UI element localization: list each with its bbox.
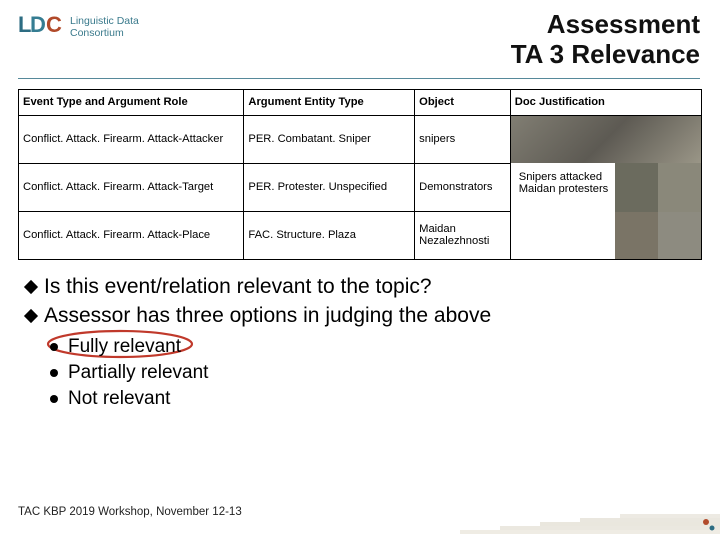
thumbnail-image [511, 116, 701, 163]
bullet-item: Assessor has three options in judging th… [26, 303, 700, 329]
cell-object: Maidan Nezalezhnosti [415, 211, 511, 259]
cell-entity: PER. Combatant. Sniper [244, 115, 415, 163]
bullet-item: Is this event/relation relevant to the t… [26, 274, 700, 300]
sub-bullet-text: Fully relevant [68, 336, 181, 358]
slide-title: Assessment TA 3 Relevance [511, 10, 700, 70]
sub-bullet-text: Partially relevant [68, 362, 208, 384]
svg-text:C: C [46, 12, 62, 37]
th-event-type: Event Type and Argument Role [19, 89, 244, 115]
diamond-bullet-icon [24, 309, 38, 323]
sub-bullet-item: Fully relevant [50, 336, 720, 358]
ldc-logo: L D C Linguistic Data Consortium [18, 10, 139, 45]
cell-event: Conflict. Attack. Firearm. Attack-Attack… [19, 115, 244, 163]
sub-bullet-text: Not relevant [68, 388, 170, 410]
th-entity-type: Argument Entity Type [244, 89, 415, 115]
bullet-text: Is this event/relation relevant to the t… [44, 274, 432, 300]
sub-bullet-list: Fully relevant Partially relevant Not re… [0, 332, 720, 410]
cell-entity: PER. Protester. Unspecified [244, 163, 415, 211]
cell-event: Conflict. Attack. Firearm. Attack-Place [19, 211, 244, 259]
thumbnail-image [615, 212, 658, 259]
diamond-bullet-icon [24, 280, 38, 294]
disc-bullet-icon [50, 369, 58, 377]
thumbnail-image [615, 163, 658, 212]
thumbnail-image [658, 163, 701, 212]
footer-text: TAC KBP 2019 Workshop, November 12-13 [18, 506, 242, 518]
bullet-list: Is this event/relation relevant to the t… [0, 274, 720, 330]
title-divider [18, 78, 700, 79]
disc-bullet-icon [50, 395, 58, 403]
disc-bullet-icon [50, 343, 58, 351]
cell-event: Conflict. Attack. Firearm. Attack-Target [19, 163, 244, 211]
svg-text:D: D [30, 12, 46, 37]
table-row: Conflict. Attack. Firearm. Attack-Attack… [19, 115, 702, 163]
doc-justification-text: Snipers attacked Maidan protesters [515, 167, 620, 199]
th-doc-justification: Doc Justification [510, 89, 701, 115]
ldc-logo-text: Linguistic Data Consortium [70, 16, 139, 39]
sub-bullet-item: Not relevant [50, 388, 720, 410]
thumbnail-image [658, 212, 701, 259]
cell-doc-justification: Snipers attacked Maidan protesters [510, 115, 701, 259]
cell-entity: FAC. Structure. Plaza [244, 211, 415, 259]
bullet-text: Assessor has three options in judging th… [44, 303, 491, 329]
table-header-row: Event Type and Argument Role Argument En… [19, 89, 702, 115]
relevance-table: Event Type and Argument Role Argument En… [18, 89, 702, 260]
sub-bullet-item: Partially relevant [50, 362, 720, 384]
th-object: Object [415, 89, 511, 115]
corner-decoration [460, 514, 720, 540]
cell-object: Demonstrators [415, 163, 511, 211]
ldc-logo-mark: L D C [18, 10, 64, 45]
cell-object: snipers [415, 115, 511, 163]
